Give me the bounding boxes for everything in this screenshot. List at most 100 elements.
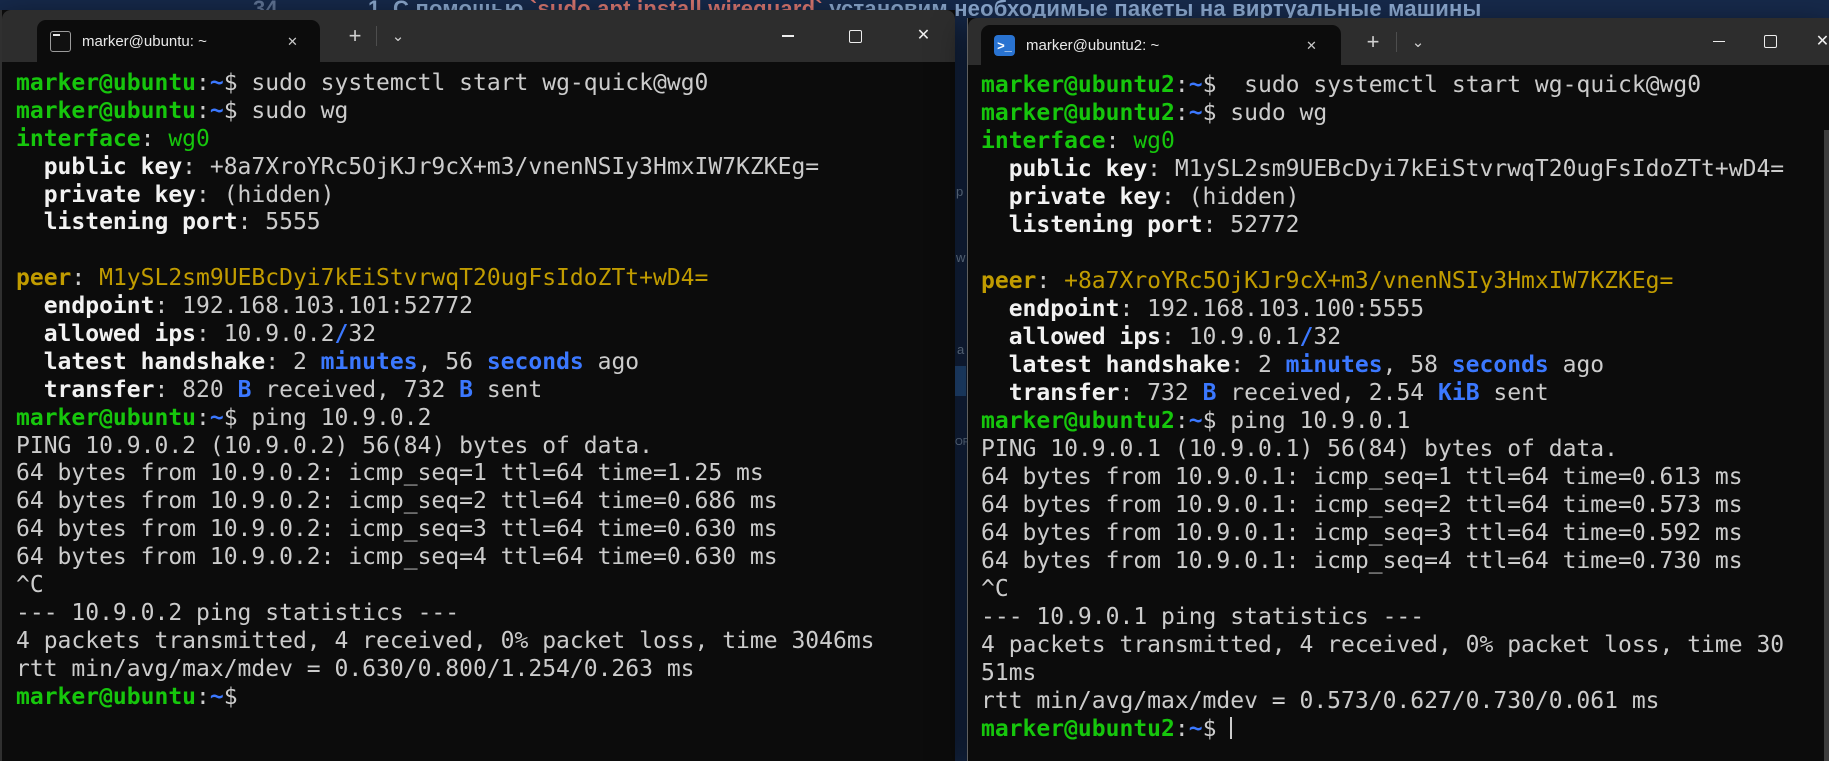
terminal-text-segment: : M1ySL2sm9UEBcDyi7kEiStvrwqT20ugFsIdoZT… xyxy=(1147,156,1784,182)
terminal-text-segment: ~ xyxy=(1189,100,1203,126)
terminal-text-segment: --- 10.9.0.2 ping statistics --- xyxy=(16,600,459,626)
terminal-text-segment: : (hidden) xyxy=(196,182,334,208)
terminal-text-segment: $ sudo wg xyxy=(224,98,349,124)
terminal-text-segment: wg0 xyxy=(168,126,210,152)
terminal-text-segment: listening port xyxy=(981,212,1203,238)
right-terminal-screen[interactable]: marker@ubuntu2:~$ sudo systemctl start w… xyxy=(968,65,1829,761)
background-fragment: w xyxy=(956,250,965,265)
left-new-tab-button[interactable]: + xyxy=(340,23,370,49)
terminal-text-segment: minutes xyxy=(321,349,418,375)
left-close-button[interactable]: ✕ xyxy=(900,10,947,62)
terminal-line: marker@ubuntu:~$ sudo wg xyxy=(16,98,955,126)
right-window-controls: ✕ xyxy=(1695,18,1829,65)
left-titlebar[interactable]: marker@ubuntu: ~ ✕ + ⌄ ✕ xyxy=(2,10,955,62)
terminal-line: PING 10.9.0.1 (10.9.0.1) 56(84) bytes of… xyxy=(981,435,1829,463)
terminal-text-segment: $ xyxy=(224,684,252,710)
terminal-line: 64 bytes from 10.9.0.2: icmp_seq=2 ttl=6… xyxy=(16,488,955,516)
terminal-text-segment: 64 bytes from 10.9.0.1: icmp_seq=3 ttl=6… xyxy=(981,520,1743,546)
terminal-text-segment: : +8a7XroYRc5OjKJr9cX+m3/vnenNSIy3HmxIW7… xyxy=(182,154,819,180)
terminal-text-segment: : 10.9.0.1 xyxy=(1161,324,1299,350)
powershell-icon: >_ xyxy=(994,35,1015,56)
terminal-text-segment: marker@ubuntu2 xyxy=(981,716,1175,742)
right-tab-close-icon[interactable]: ✕ xyxy=(1306,39,1317,52)
terminal-text-segment: marker@ubuntu xyxy=(16,684,196,710)
terminal-line: marker@ubuntu2:~$ xyxy=(981,715,1829,743)
terminal-line: 64 bytes from 10.9.0.2: icmp_seq=3 ttl=6… xyxy=(16,516,955,544)
terminal-line: public key: M1ySL2sm9UEBcDyi7kEiStvrwqT2… xyxy=(981,155,1829,183)
terminal-text-segment: $ sudo systemctl start wg-quick@wg0 xyxy=(1203,72,1702,98)
terminal-text-segment: ^C xyxy=(16,572,44,598)
terminal-text-segment: : xyxy=(196,684,210,710)
right-new-tab-button[interactable]: + xyxy=(1358,29,1388,55)
terminal-text-segment: seconds xyxy=(487,349,584,375)
right-titlebar[interactable]: >_ marker@ubuntu2: ~ ✕ + ⌄ ✕ xyxy=(968,18,1829,65)
terminal-text-segment: 4 packets transmitted, 4 received, 0% pa… xyxy=(16,628,875,654)
terminal-text-segment: : 192.168.103.101:52772 xyxy=(154,293,473,319)
terminal-text-segment: peer xyxy=(16,265,71,291)
terminal-text-segment: 64 bytes from 10.9.0.2: icmp_seq=3 ttl=6… xyxy=(16,516,778,542)
terminal-text-segment: : (hidden) xyxy=(1161,184,1299,210)
terminal-line xyxy=(981,239,1829,267)
terminal-line: public key: +8a7XroYRc5OjKJr9cX+m3/vnenN… xyxy=(16,154,955,182)
left-tab-close-icon[interactable]: ✕ xyxy=(287,35,298,48)
terminal-text-segment: wg0 xyxy=(1133,128,1175,154)
terminal-text-segment: 64 bytes from 10.9.0.1: icmp_seq=4 ttl=6… xyxy=(981,548,1743,574)
terminal-line: marker@ubuntu2:~$ sudo systemctl start w… xyxy=(981,71,1829,99)
terminal-text-segment: interface xyxy=(16,126,141,152)
terminal-text-segment: rtt min/avg/max/mdev = 0.573/0.627/0.730… xyxy=(981,688,1660,714)
terminal-text-segment: 64 bytes from 10.9.0.1: icmp_seq=1 ttl=6… xyxy=(981,464,1743,490)
terminal-line: peer: +8a7XroYRc5OjKJr9cX+m3/vnenNSIy3Hm… xyxy=(981,267,1829,295)
terminal-text-segment: : xyxy=(1036,268,1064,294)
terminal-line: transfer: 820 B received, 732 B sent xyxy=(16,377,955,405)
terminal-text-segment: transfer xyxy=(981,380,1119,406)
right-minimize-button[interactable] xyxy=(1695,18,1742,65)
right-tab-marker-ubuntu2[interactable]: >_ marker@ubuntu2: ~ ✕ xyxy=(981,25,1341,65)
terminal-text-segment: B xyxy=(1203,380,1217,406)
terminal-line: latest handshake: 2 minutes, 56 seconds … xyxy=(16,349,955,377)
terminal-text-segment: ~ xyxy=(210,684,224,710)
left-maximize-button[interactable] xyxy=(832,10,879,62)
terminal-text-segment: ago xyxy=(584,349,639,375)
terminal-text-segment: : xyxy=(1175,100,1189,126)
terminal-window-ubuntu2: >_ marker@ubuntu2: ~ ✕ + ⌄ ✕ marker@ubun… xyxy=(967,18,1829,761)
right-close-button[interactable]: ✕ xyxy=(1799,18,1829,65)
terminal-text-segment: seconds xyxy=(1452,352,1549,378)
left-tab-marker-ubuntu[interactable]: marker@ubuntu: ~ ✕ xyxy=(37,20,320,62)
terminal-text-segment: : xyxy=(1175,72,1189,98)
terminal-line: private key: (hidden) xyxy=(16,182,955,210)
close-icon: ✕ xyxy=(917,28,930,44)
terminal-text-segment: KiB xyxy=(1438,380,1480,406)
terminal-line: transfer: 732 B received, 2.54 KiB sent xyxy=(981,379,1829,407)
terminal-text-segment: : 732 xyxy=(1119,380,1202,406)
terminal-text-segment: 64 bytes from 10.9.0.2: icmp_seq=2 ttl=6… xyxy=(16,488,778,514)
terminal-text-segment: allowed ips xyxy=(16,321,196,347)
terminal-text-segment: ~ xyxy=(210,98,224,124)
tabbar-separator xyxy=(376,26,377,46)
terminal-line: latest handshake: 2 minutes, 58 seconds … xyxy=(981,351,1829,379)
terminal-text-segment: ^C xyxy=(981,576,1009,602)
terminal-text-segment: 4 packets transmitted, 4 received, 0% pa… xyxy=(981,632,1784,658)
right-tab-dropdown-button[interactable]: ⌄ xyxy=(1404,33,1432,51)
left-minimize-button[interactable] xyxy=(764,10,811,62)
left-tab-dropdown-button[interactable]: ⌄ xyxy=(384,27,412,45)
right-terminal-scrollbar[interactable] xyxy=(1824,130,1829,761)
terminal-line: ^C xyxy=(16,572,955,600)
terminal-line: --- 10.9.0.1 ping statistics --- xyxy=(981,603,1829,631)
terminal-text-segment: B xyxy=(459,377,473,403)
terminal-line: rtt min/avg/max/mdev = 0.630/0.800/1.254… xyxy=(16,656,955,684)
terminal-text-segment: allowed ips xyxy=(981,324,1161,350)
tabbar-separator xyxy=(1396,32,1397,52)
terminal-text-segment: endpoint xyxy=(16,293,154,319)
right-maximize-button[interactable] xyxy=(1747,18,1794,65)
terminal-line: --- 10.9.0.2 ping statistics --- xyxy=(16,600,955,628)
terminal-text-segment: minutes xyxy=(1286,352,1383,378)
terminal-text-segment: received, 2.54 xyxy=(1216,380,1438,406)
left-terminal-screen[interactable]: marker@ubuntu:~$ sudo systemctl start wg… xyxy=(2,62,955,761)
terminal-line: 64 bytes from 10.9.0.1: icmp_seq=3 ttl=6… xyxy=(981,519,1829,547)
terminal-line: 64 bytes from 10.9.0.1: icmp_seq=2 ttl=6… xyxy=(981,491,1829,519)
terminal-text-segment: $ xyxy=(1203,716,1231,742)
terminal-text-segment: $ sudo systemctl start wg-quick@wg0 xyxy=(224,70,709,96)
terminal-text-segment: sent xyxy=(1480,380,1549,406)
terminal-text-segment: , 58 xyxy=(1383,352,1452,378)
terminal-text-segment: $ ping 10.9.0.1 xyxy=(1203,408,1411,434)
